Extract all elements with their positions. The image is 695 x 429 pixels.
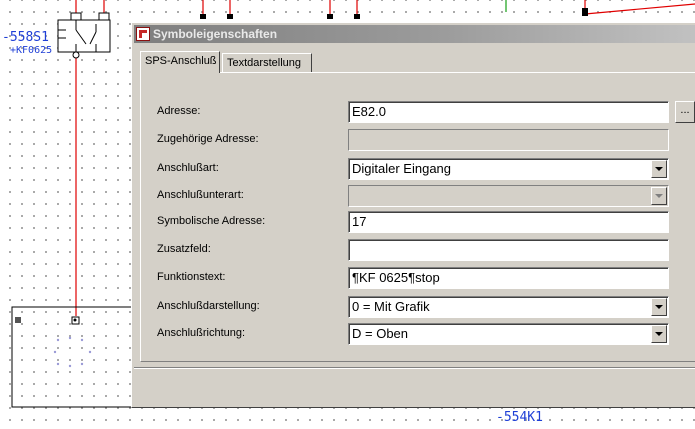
dialog-titlebar[interactable]: Symboleigenschaften	[134, 25, 695, 43]
zusatzfeld-input[interactable]	[348, 239, 669, 261]
row-funktionstext: Funktionstext: ¶KF 0625¶stop	[132, 267, 695, 289]
row-anschlussdarstellung: Anschlußdarstellung: 0 = Mit Grafik	[132, 296, 695, 318]
zugehoerige-adresse-label: Zugehörige Adresse:	[157, 133, 259, 145]
chevron-down-icon[interactable]	[651, 298, 667, 316]
anschlussdarstellung-label: Anschlußdarstellung:	[157, 300, 260, 312]
device-label-554k1[interactable]: -554K1	[496, 410, 543, 425]
anschlussrichtung-label: Anschlußrichtung:	[157, 327, 246, 339]
anschlussrichtung-value: D = Oben	[352, 326, 409, 341]
anschlussart-label: Anschlußart:	[157, 162, 219, 174]
anschlussrichtung-select[interactable]: D = Oben	[348, 323, 669, 345]
row-zusatzfeld: Zusatzfeld:	[132, 239, 695, 261]
funktionstext-label: Funktionstext:	[157, 271, 226, 283]
chevron-down-icon[interactable]	[651, 187, 667, 205]
chevron-down-icon[interactable]	[651, 160, 667, 178]
funktionstext-input[interactable]: ¶KF 0625¶stop	[348, 267, 669, 289]
row-symbolische-adresse: Symbolische Adresse: 17	[132, 211, 695, 233]
anschlussunterart-label: Anschlußunterart:	[157, 189, 244, 201]
device-sublabel-kf0625[interactable]: +KF0625	[10, 45, 52, 56]
zugehoerige-adresse-input[interactable]	[348, 129, 669, 151]
divider	[134, 367, 695, 369]
tab-sps-anschluss[interactable]: SPS-Anschluß	[140, 51, 220, 73]
chevron-down-icon[interactable]	[651, 325, 667, 343]
anschlussunterart-select[interactable]	[348, 185, 669, 207]
row-anschlussart: Anschlußart: Digitaler Eingang	[132, 158, 695, 180]
anschlussdarstellung-select[interactable]: 0 = Mit Grafik	[348, 296, 669, 318]
adresse-label: Adresse:	[157, 105, 201, 117]
symbol-properties-dialog: Symboleigenschaften SPS-Anschluß Textdar…	[131, 22, 695, 408]
row-anschlussrichtung: Anschlußrichtung: D = Oben	[132, 323, 695, 345]
symbolische-adresse-label: Symbolische Adresse:	[157, 215, 266, 227]
anschlussdarstellung-value: 0 = Mit Grafik	[352, 299, 430, 314]
symbolische-adresse-input[interactable]: 17	[348, 211, 669, 233]
anschlussart-value: Digitaler Eingang	[352, 161, 452, 176]
adresse-browse-button[interactable]: ...	[675, 101, 695, 123]
switch-symbol[interactable]	[57, 12, 111, 59]
app-icon	[136, 27, 150, 41]
dialog-title: Symboleigenschaften	[153, 27, 278, 41]
device-label-558s1[interactable]: -558S1	[2, 30, 49, 45]
zusatzfeld-label: Zusatzfeld:	[157, 243, 211, 255]
tab-textdarstellung[interactable]: Textdarstellung	[222, 53, 312, 72]
row-adresse: Adresse: E82.0 ...	[132, 101, 695, 123]
row-anschlussunterart: Anschlußunterart:	[132, 185, 695, 207]
adresse-input[interactable]: E82.0	[348, 101, 669, 123]
anschlussart-select[interactable]: Digitaler Eingang	[348, 158, 669, 180]
wire	[584, 3, 695, 15]
row-zugehoerige-adresse: Zugehörige Adresse:	[132, 129, 695, 151]
